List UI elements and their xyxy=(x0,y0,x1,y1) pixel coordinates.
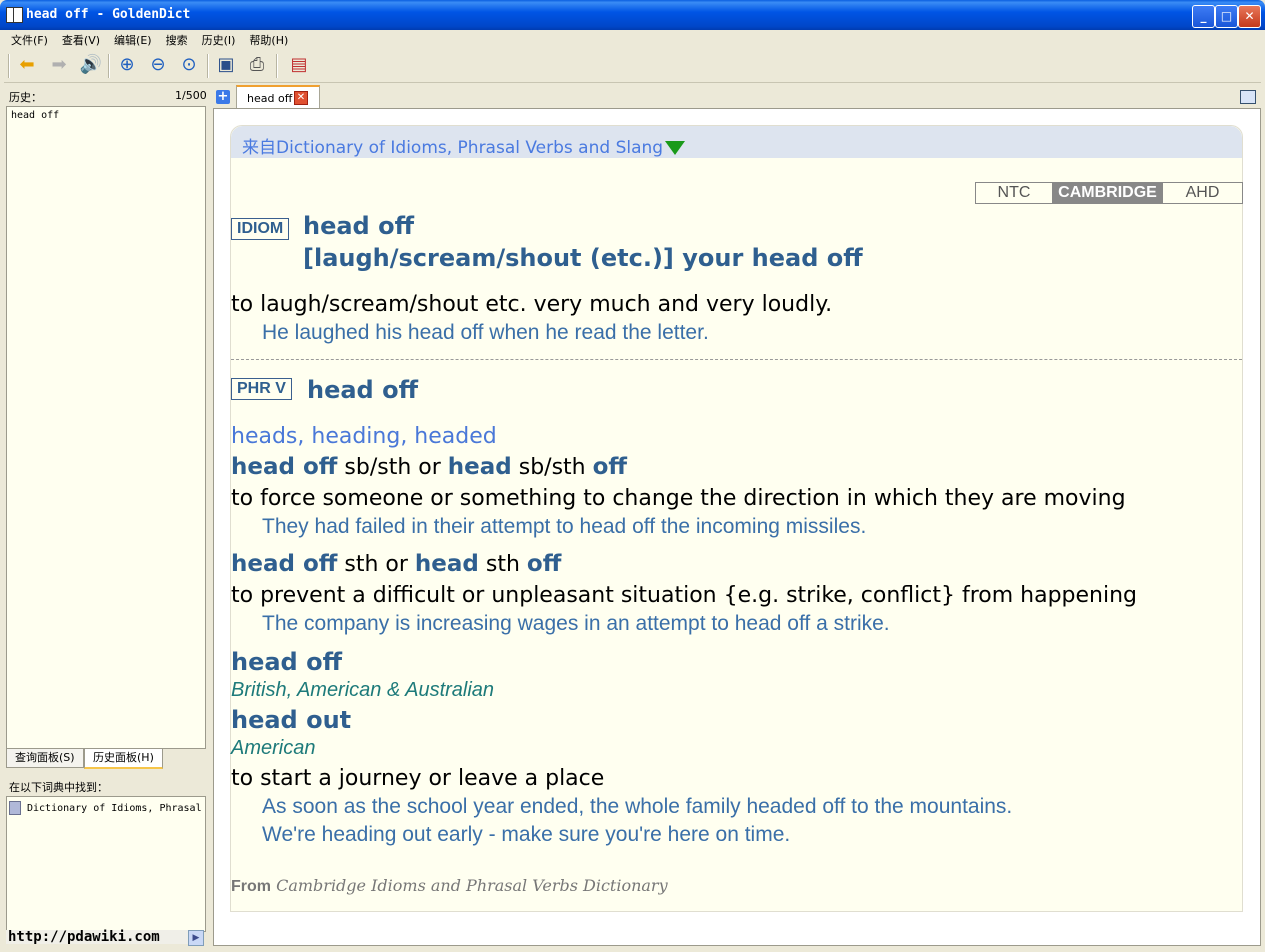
source-tabs: NTC CAMBRIDGE AHD xyxy=(975,182,1243,204)
zoom-reset-icon[interactable]: ⊙ xyxy=(176,52,202,78)
menu-search[interactable]: 搜索 xyxy=(159,30,195,50)
usage-pattern: head off sth or head sth off xyxy=(231,551,562,577)
dictionary-icon[interactable]: ▤ xyxy=(286,52,312,78)
dictionary-icon xyxy=(9,801,21,815)
verb-forms: heads, heading, headed xyxy=(231,424,497,449)
menu-edit[interactable]: 编辑(E) xyxy=(107,30,159,50)
section-divider xyxy=(231,359,1242,360)
tab-head-off[interactable]: head off ✕ xyxy=(236,85,320,110)
speaker-icon[interactable]: 🔊 xyxy=(78,52,104,78)
history-count: 1/500 xyxy=(175,89,207,102)
collapse-arrow-icon[interactable] xyxy=(665,141,686,155)
region-label: British, American & Australian xyxy=(231,679,495,701)
usage-pattern: head off sb/sth or head sb/sth off xyxy=(231,454,628,480)
forward-icon[interactable]: ➡ xyxy=(46,52,72,78)
zoom-out-icon[interactable]: ⊖ xyxy=(145,52,171,78)
idiom-variant: [laugh/scream/shout (etc.)] your head of… xyxy=(303,244,863,272)
source-tab-ntc[interactable]: NTC xyxy=(976,183,1052,203)
source-attribution: From Cambridge Idioms and Phrasal Verbs … xyxy=(231,876,668,895)
dictionary-article: 来自Dictionary of Idioms, Phrasal Verbs an… xyxy=(230,125,1243,912)
sense-definition: to force someone or something to change … xyxy=(231,486,1126,511)
toolbar-separator xyxy=(207,54,209,78)
dictionary-name: 来自Dictionary of Idioms, Phrasal Verbs an… xyxy=(242,138,664,158)
sense-example: The company is increasing wages in an at… xyxy=(262,612,890,635)
sense-definition: to prevent a difficult or unpleasant sit… xyxy=(231,583,1138,608)
menu-history[interactable]: 历史(I) xyxy=(195,30,243,50)
new-tab-button[interactable]: + xyxy=(216,90,230,104)
print-icon[interactable]: ⎙ xyxy=(244,52,270,78)
back-icon[interactable]: ⬅ xyxy=(14,52,40,78)
article-view: 来自Dictionary of Idioms, Phrasal Verbs an… xyxy=(213,108,1261,946)
watermark-text: http://pdawiki.com xyxy=(8,929,160,945)
zoom-in-icon[interactable]: ⊕ xyxy=(114,52,140,78)
idiom-headword: head off xyxy=(303,212,415,240)
tab-label: head off xyxy=(247,92,293,105)
history-item[interactable]: head off xyxy=(7,107,205,124)
phrasal-verb-headword: head off xyxy=(307,376,419,404)
phrasal-verb-tag: PHR V xyxy=(231,378,292,400)
idiom-example: He laughed his head off when he read the… xyxy=(262,321,709,344)
toolbar-separator xyxy=(8,54,10,78)
found-in-label: 在以下词典中找到： xyxy=(9,781,108,794)
found-dictionaries-list[interactable]: Dictionary of Idioms, Phrasal xyxy=(6,796,206,932)
final-example: As soon as the school year ended, the wh… xyxy=(262,795,1013,818)
menu-bar: 文件(F) 查看(V) 编辑(E) 搜索 历史(I) 帮助(H) xyxy=(4,30,1261,48)
window-title: head off - GoldenDict xyxy=(26,7,191,22)
idiom-definition: to laugh/scream/shout etc. very much and… xyxy=(231,292,833,317)
final-example: We're heading out early - make sure you'… xyxy=(262,823,791,846)
region-label: American xyxy=(231,737,316,759)
idiom-tag: IDIOM xyxy=(231,218,290,240)
history-label: 历史： xyxy=(9,91,42,104)
book-icon xyxy=(6,7,23,23)
found-dictionary-item[interactable]: Dictionary of Idioms, Phrasal xyxy=(7,797,205,819)
toolbar: ⬅ ➡ 🔊 ⊕ ⊖ ⊙ ▣ ⎙ ▤ xyxy=(4,48,1261,83)
history-list[interactable]: head off xyxy=(6,106,206,749)
tab-history-pane[interactable]: 历史面板(H) xyxy=(84,748,163,769)
dictionary-header[interactable]: 来自Dictionary of Idioms, Phrasal Verbs an… xyxy=(231,126,1242,158)
close-tab-icon[interactable]: ✕ xyxy=(294,91,308,105)
variant-headword: head out xyxy=(231,706,352,734)
source-tab-cambridge[interactable]: CAMBRIDGE xyxy=(1052,183,1163,203)
menu-help[interactable]: 帮助(H) xyxy=(242,30,295,50)
scroll-right-icon[interactable]: ▶ xyxy=(188,930,204,946)
variant-headword: head off xyxy=(231,648,343,676)
maximize-button[interactable]: □ xyxy=(1215,5,1238,28)
tab-search-pane[interactable]: 查询面板(S) xyxy=(6,748,84,768)
title-bar: head off - GoldenDict _ □ ✕ xyxy=(0,0,1265,30)
menu-file[interactable]: 文件(F) xyxy=(4,30,55,50)
toolbar-separator xyxy=(276,54,278,78)
toolbar-separator xyxy=(108,54,110,78)
tab-list-icon[interactable] xyxy=(1240,90,1256,104)
sense-example: They had failed in their attempt to head… xyxy=(262,515,867,538)
minimize-button[interactable]: _ xyxy=(1192,5,1215,28)
final-definition: to start a journey or leave a place xyxy=(231,766,605,791)
close-button[interactable]: ✕ xyxy=(1238,5,1261,28)
menu-view[interactable]: 查看(V) xyxy=(55,30,107,50)
source-tab-ahd[interactable]: AHD xyxy=(1163,183,1242,203)
save-icon[interactable]: ▣ xyxy=(213,52,239,78)
